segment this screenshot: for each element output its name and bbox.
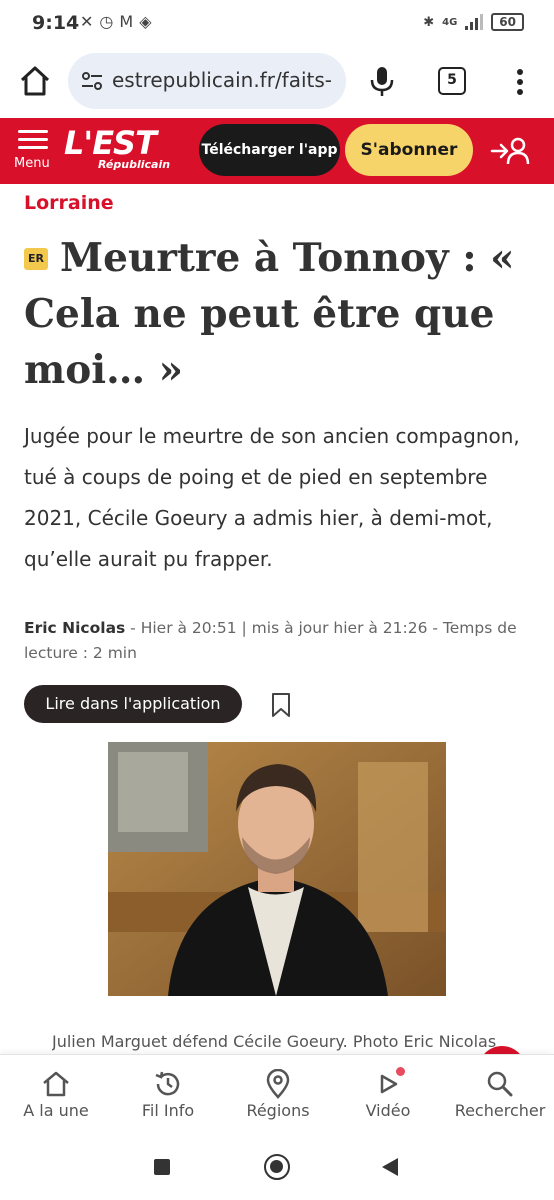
bottom-navigation: A la une Fil Info Régions Vidéo Recherch… <box>0 1054 554 1134</box>
notification-icons: ✕◷M◈ <box>80 12 158 31</box>
browser-toolbar: estrepublicain.fr/faits- 5 <box>0 50 554 116</box>
notification-mute-icon: ✕ <box>80 12 100 31</box>
article-headline: ER Meurtre à Tonnoy : « Cela ne peut être… <box>24 230 534 398</box>
status-bar: 9:14 ✕◷M◈ ✱ 4G 60 <box>0 0 554 50</box>
photo-caption: Julien Marguet défend Cécile Goeury. Pho… <box>52 1032 497 1051</box>
headline-text: Meurtre à Tonnoy : « Cela ne peut être q… <box>24 235 515 393</box>
signal-icon <box>465 14 484 30</box>
hamburger-icon <box>12 130 58 149</box>
stack-icon: ◈ <box>139 12 158 31</box>
microphone-icon[interactable] <box>368 64 396 98</box>
recents-button[interactable] <box>154 1159 170 1175</box>
address-bar[interactable]: estrepublicain.fr/faits- <box>68 53 346 109</box>
gmail-icon: M <box>119 12 140 31</box>
login-icon[interactable] <box>490 136 530 166</box>
network-type: 4G <box>442 16 458 28</box>
nav-label: Fil Info <box>141 1101 195 1120</box>
battery-icon: 60 <box>491 13 524 31</box>
read-in-app-button[interactable]: Lire dans l'application <box>24 685 242 723</box>
er-badge-icon: ER <box>24 248 48 270</box>
status-time: 9:14 <box>32 12 80 34</box>
article-byline: Eric Nicolas - Hier à 20:51 | mis à jour… <box>24 616 534 666</box>
home-icon <box>43 1071 69 1097</box>
back-button[interactable] <box>382 1158 398 1176</box>
url-text[interactable]: estrepublicain.fr/faits- <box>112 68 340 92</box>
nav-item-regions[interactable]: Régions <box>236 1055 320 1135</box>
download-app-button[interactable]: Télécharger l'app <box>199 124 340 176</box>
nav-label: Rechercher <box>454 1101 546 1120</box>
system-icons: ✱ 4G 60 <box>423 13 524 31</box>
nav-item-video[interactable]: Vidéo <box>346 1055 430 1135</box>
site-settings-icon[interactable] <box>80 69 104 93</box>
bluetooth-icon: ✱ <box>423 14 435 30</box>
menu-label: Menu <box>14 156 50 171</box>
history-icon <box>155 1071 180 1096</box>
logo-sub: Républicain <box>98 158 171 171</box>
more-menu-icon[interactable] <box>512 65 528 99</box>
system-home-button[interactable] <box>264 1154 290 1180</box>
subscribe-button[interactable]: S'abonner <box>345 124 473 176</box>
search-icon <box>487 1071 513 1097</box>
bookmark-icon[interactable] <box>270 692 292 718</box>
article-photo[interactable] <box>108 742 446 996</box>
article-lead: Jugée pour le meurtre de son ancien comp… <box>24 424 520 571</box>
nav-item-rechercher[interactable]: Rechercher <box>448 1055 552 1135</box>
home-icon[interactable] <box>18 64 52 98</box>
site-logo[interactable]: L'EST Républicain <box>64 124 171 176</box>
alarm-icon: ◷ <box>99 12 120 31</box>
nav-item-a-la-une[interactable]: A la une <box>14 1055 98 1135</box>
photo-illustration <box>108 742 446 996</box>
nav-label: Vidéo <box>365 1101 411 1120</box>
location-pin-icon <box>266 1069 290 1099</box>
nav-label: A la une <box>23 1101 89 1120</box>
nav-label: Régions <box>246 1101 310 1120</box>
system-navigation-bar <box>0 1134 554 1200</box>
menu-button[interactable]: Menu <box>12 130 58 178</box>
article-category[interactable]: Lorraine <box>24 192 114 214</box>
nav-item-fil-info[interactable]: Fil Info <box>126 1055 210 1135</box>
site-header: Menu L'EST Républicain Télécharger l'app… <box>0 118 554 184</box>
video-notification-dot <box>396 1067 405 1076</box>
logo-main: L'EST <box>64 124 157 162</box>
tabs-button[interactable]: 5 <box>438 67 466 95</box>
author-name[interactable]: Eric Nicolas <box>24 619 125 637</box>
